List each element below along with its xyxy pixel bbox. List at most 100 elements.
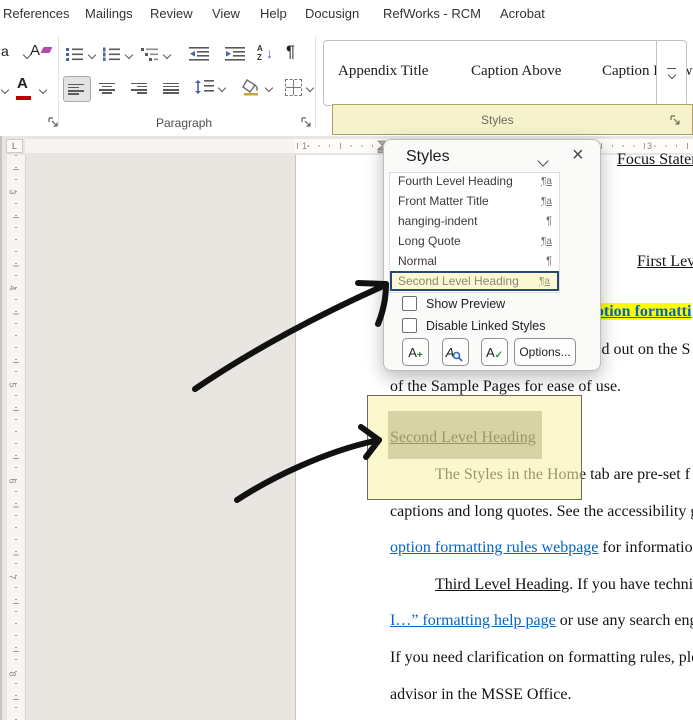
show-preview-label: Show Preview	[426, 296, 506, 311]
gallery-more-button[interactable]	[656, 40, 687, 106]
shading-icon[interactable]	[242, 78, 262, 96]
formatting-help-link[interactable]: I…” formatting help page	[390, 612, 556, 629]
style-item-normal[interactable]: Normal ¶	[390, 251, 559, 271]
gallery-item-caption-above[interactable]: Caption Above	[471, 63, 561, 80]
style-item-label: Normal	[398, 254, 437, 268]
style-item-second-level-selected[interactable]: Second Level Heading ¶a	[390, 271, 559, 291]
sort-z-glyph: Z	[257, 53, 262, 62]
styles-group-label: Styles	[481, 113, 514, 127]
style-item-label: Front Matter Title	[398, 194, 489, 208]
sort-icon[interactable]: A Z ↓	[257, 44, 277, 64]
bullets-chevron-icon[interactable]	[87, 50, 97, 60]
style-item-fourth-level[interactable]: Fourth Level Heading ¶a	[390, 173, 559, 191]
gallery-more-chevron-icon	[667, 71, 676, 80]
align-center-icon[interactable]	[99, 81, 115, 95]
styles-dialog-launcher-icon[interactable]	[669, 114, 681, 126]
font-color-icon[interactable]: A	[17, 75, 28, 92]
styles-list: Fourth Level Heading ¶a Front Matter Tit…	[389, 172, 560, 293]
doc-heading-focus-statement: Focus Statem	[617, 151, 693, 168]
decrease-indent-icon[interactable]	[189, 47, 209, 61]
style-item-label: Fourth Level Heading	[398, 174, 513, 188]
gallery-item-appendix-title[interactable]: Appendix Title	[338, 63, 428, 80]
manage-styles-button[interactable]: A ✓	[481, 338, 508, 366]
shading-chevron-icon[interactable]	[264, 83, 274, 93]
justify-icon[interactable]	[163, 81, 179, 95]
align-left-button-selected[interactable]	[63, 76, 91, 102]
disable-linked-checkbox[interactable]	[402, 318, 417, 333]
word-window: References Mailings Review View Help Doc…	[0, 0, 693, 720]
font-effects-chevron-icon[interactable]	[0, 85, 10, 95]
style-item-hanging-indent[interactable]: hanging-indent ¶	[390, 211, 559, 231]
doc-line-highlighted-link: ption formatti	[595, 303, 692, 321]
option-link-rest: for informatio	[598, 539, 693, 556]
increase-indent-icon[interactable]	[225, 47, 245, 61]
styles-group-bar: Styles	[332, 104, 693, 135]
tab-help[interactable]: Help	[260, 6, 287, 21]
doc-line-clarification: If you need clarification on formatting …	[390, 649, 693, 666]
styles-gallery: Appendix Title Caption Above Caption Bel…	[323, 40, 692, 106]
line-spacing-chevron-icon[interactable]	[217, 83, 227, 93]
sort-arrow-glyph: ↓	[266, 45, 273, 61]
clear-formatting-eraser-icon	[40, 47, 53, 53]
style-inspector-button[interactable]: A	[442, 338, 469, 366]
check-icon: ✓	[494, 349, 504, 361]
show-hide-pilcrow-icon[interactable]: ¶	[286, 42, 295, 62]
ruler-ticks	[13, 169, 19, 720]
style-item-long-quote[interactable]: Long Quote ¶a	[390, 231, 559, 251]
change-case-icon[interactable]: a	[1, 43, 9, 59]
tab-review[interactable]: Review	[150, 6, 193, 21]
ruler-number: 5	[7, 382, 18, 388]
group-separator	[58, 36, 59, 128]
paragraph-group-label: Paragraph	[156, 116, 213, 130]
third-heading-rest: . If you have techni	[569, 576, 693, 593]
multilevel-list-icon[interactable]	[141, 47, 159, 61]
align-right-icon[interactable]	[131, 81, 147, 95]
help-link-rest: or use any search eng	[555, 612, 693, 629]
third-level-heading-text: Third Level Heading	[435, 576, 570, 593]
ribbon-tab-row: References Mailings Review View Help Doc…	[0, 0, 693, 30]
doc-line-laid-out: id out on the S	[597, 341, 691, 358]
multilevel-chevron-icon[interactable]	[162, 50, 172, 60]
doc-line-sample-pages: of the Sample Pages for ease of use.	[390, 378, 622, 395]
paragraph-dialog-launcher-icon[interactable]	[300, 116, 312, 128]
linked-style-icon: ¶a	[541, 195, 552, 207]
numbering-icon[interactable]	[103, 47, 121, 61]
options-button[interactable]: Options...	[514, 338, 576, 366]
doc-line-option-link: option formatting rules webpage for info…	[390, 539, 693, 557]
linked-style-icon: ¶a	[539, 275, 550, 287]
option-formatting-link[interactable]: option formatting rules webpage	[390, 539, 598, 556]
font-color-chevron-icon[interactable]	[38, 85, 48, 95]
tab-mailings[interactable]: Mailings	[85, 6, 133, 21]
font-color-bar-icon	[16, 96, 31, 100]
borders-chevron-icon[interactable]	[305, 83, 315, 93]
show-preview-checkbox-row: Show Preview	[402, 296, 505, 311]
bullets-icon[interactable]	[66, 47, 84, 61]
pane-close-icon[interactable]: ×	[572, 145, 584, 165]
disable-linked-label: Disable Linked Styles	[426, 318, 546, 333]
tab-references[interactable]: References	[3, 6, 69, 21]
tab-acrobat[interactable]: Acrobat	[500, 6, 545, 21]
highlighted-link-text[interactable]: ption formatti	[595, 303, 692, 320]
pane-chevron-down-icon[interactable]	[537, 152, 551, 167]
paragraph-style-icon: ¶	[546, 215, 552, 227]
tab-refworks[interactable]: RefWorks - RCM	[383, 6, 481, 21]
borders-icon[interactable]	[285, 79, 302, 96]
gallery-more-bar-icon	[667, 67, 676, 70]
annotation-callout-box	[367, 395, 582, 500]
tab-stop-selector[interactable]: L	[6, 139, 23, 153]
show-preview-checkbox[interactable]	[402, 296, 417, 311]
tab-docusign[interactable]: Docusign	[305, 6, 359, 21]
styles-pane-title: Styles	[406, 148, 450, 165]
new-style-button[interactable]: A +	[402, 338, 429, 366]
style-item-front-matter[interactable]: Front Matter Title ¶a	[390, 191, 559, 211]
line-spacing-icon[interactable]	[194, 79, 214, 95]
numbering-chevron-icon[interactable]	[124, 50, 134, 60]
clear-formatting-icon[interactable]: A	[30, 42, 40, 59]
style-item-label: hanging-indent	[398, 214, 478, 228]
tab-view[interactable]: View	[212, 6, 240, 21]
sort-a-glyph: A	[257, 44, 263, 53]
magnifier-icon	[453, 351, 463, 362]
disable-linked-checkbox-row: Disable Linked Styles	[402, 318, 546, 333]
doc-line-advisor: advisor in the MSSE Office.	[390, 686, 572, 703]
style-item-label: Long Quote	[398, 234, 461, 248]
